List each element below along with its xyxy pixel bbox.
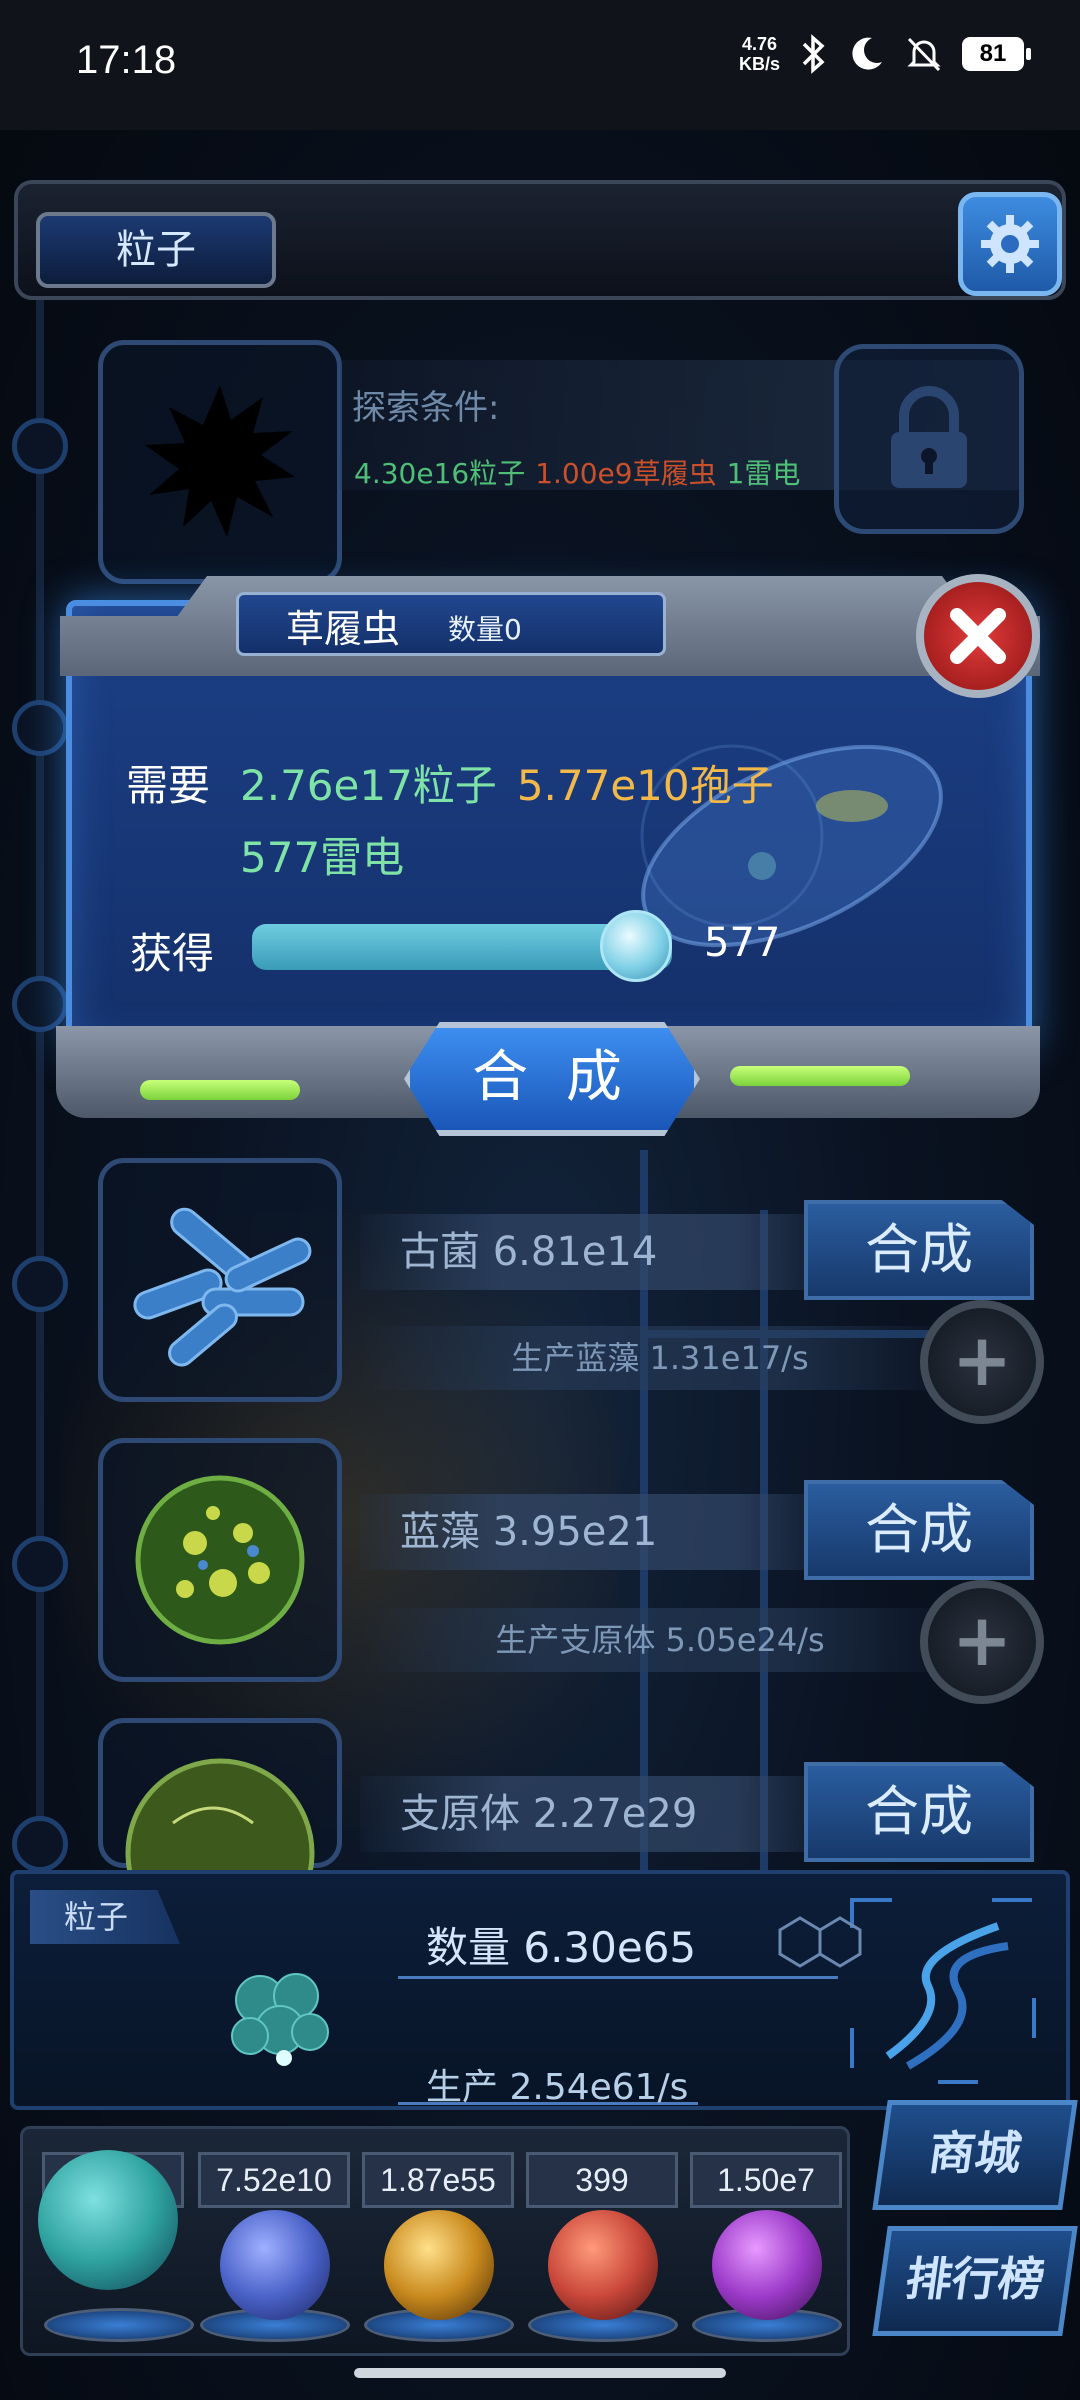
lock-icon	[891, 386, 967, 488]
row-thumbnail-archaea	[98, 1158, 342, 1402]
home-indicator[interactable]	[354, 2368, 726, 2378]
status-bar: 17:18 4.76 KB/s 81	[0, 0, 1080, 130]
rail-node	[12, 976, 68, 1032]
particles-orb-icon[interactable]	[38, 2150, 178, 2290]
status-icons: 4.76 KB/s 81	[739, 34, 1031, 74]
resource-value-vortex: 1.50e7	[690, 2152, 842, 2208]
molecule-icon	[778, 1916, 862, 1968]
synthesize-button-mycoplasma[interactable]: 合成	[804, 1762, 1034, 1862]
bluetooth-icon	[802, 34, 825, 74]
resource-value-energy: 399	[526, 2152, 678, 2208]
synthesize-button-cyanobacteria[interactable]: 合成	[804, 1480, 1034, 1580]
orb-base	[44, 2308, 194, 2342]
add-button-archaea[interactable]: +	[920, 1300, 1044, 1424]
row-thumbnail-mycoplasma	[98, 1718, 342, 1948]
net-speed: 4.76 KB/s	[739, 34, 780, 74]
quantity-slider-handle[interactable]	[600, 910, 672, 982]
locked-item-thumbnail	[98, 340, 342, 584]
add-button-cyanobacteria[interactable]: +	[920, 1580, 1044, 1704]
particle-cluster-icon	[231, 1973, 329, 2066]
requirement-paramecium: 1.00e9草履虫	[535, 457, 717, 490]
ranking-button[interactable]: 排行榜	[872, 2226, 1078, 2336]
gear-icon	[981, 215, 1039, 273]
vortex-orb-icon[interactable]	[712, 2210, 822, 2320]
close-icon	[950, 608, 1006, 664]
resource-tag: 粒子	[30, 1890, 180, 1944]
net-speed-unit: KB/s	[738, 54, 780, 74]
explore-requirements: 4.30e16粒子 1.00e9草履虫 1雷电	[354, 452, 800, 492]
synthesize-button-archaea[interactable]: 合成	[804, 1200, 1034, 1300]
bell-muted-icon	[907, 37, 941, 72]
close-button[interactable]	[916, 574, 1040, 698]
resource-value-spores: 1.87e55	[362, 2152, 514, 2208]
quantity-slider-value: 577	[704, 920, 781, 966]
rail-node	[12, 700, 68, 756]
status-time: 17:18	[76, 38, 177, 82]
battery-indicator: 81	[962, 37, 1031, 71]
explore-condition-title: 探索条件:	[352, 388, 500, 428]
need-lightning: 577雷电	[240, 833, 405, 882]
rail-node	[12, 1816, 68, 1872]
resource-value-lightning: 7.52e10	[198, 2152, 350, 2208]
resource-count: 数量 6.30e65	[426, 1923, 697, 1972]
row-name-cyanobacteria: 蓝藻 3.95e21	[360, 1494, 830, 1570]
dialog-item-quantity: 数量0	[448, 613, 522, 646]
locked-button[interactable]	[834, 344, 1024, 534]
requirement-lightning: 1雷电	[726, 457, 801, 490]
row-name-mycoplasma: 支原体 2.27e29	[360, 1776, 830, 1852]
rail-node	[12, 1536, 68, 1592]
rail-lock-node	[12, 418, 68, 474]
row-name-archaea: 古菌 6.81e14	[360, 1214, 830, 1290]
row-production-archaea: 生产蓝藻 1.31e17/s	[360, 1326, 960, 1390]
need-requirements: 2.76e17粒子 5.77e10孢子	[240, 752, 774, 813]
plus-icon: +	[951, 1318, 1013, 1402]
net-speed-value: 4.76	[741, 34, 778, 54]
moon-icon	[852, 37, 882, 70]
need-particles: 2.76e17粒子	[240, 761, 497, 810]
rail-node	[12, 1256, 68, 1312]
locked-silhouette-icon	[145, 385, 295, 537]
archaea-icon	[133, 1207, 312, 1367]
resource-production: 生产 2.54e61/s	[426, 2067, 689, 2108]
shop-button[interactable]: 商城	[872, 2100, 1078, 2210]
settings-button[interactable]	[958, 192, 1062, 296]
get-label: 获得	[130, 929, 215, 978]
energy-bar-right	[730, 1066, 910, 1086]
brain-orb-icon[interactable]	[548, 2210, 658, 2320]
plus-icon: +	[951, 1598, 1013, 1682]
dialog-item-name: 草履虫	[286, 607, 401, 651]
row-thumbnail-cyanobacteria	[98, 1438, 342, 1682]
cyanobacteria-icon	[135, 1475, 305, 1645]
spores-orb-icon[interactable]	[384, 2210, 494, 2320]
row-production-cyanobacteria: 生产支原体 5.05e24/s	[360, 1608, 960, 1672]
need-spores: 5.77e10孢子	[516, 761, 774, 810]
mycoplasma-icon	[125, 1758, 315, 1948]
left-rail	[36, 300, 44, 1860]
energy-bar-left	[140, 1080, 300, 1100]
combine-button[interactable]: 合 成	[404, 1022, 700, 1136]
requirement-particles: 4.30e16粒子	[354, 457, 526, 490]
page-title: 粒子	[36, 212, 276, 288]
lightning-orb-icon[interactable]	[220, 2210, 330, 2320]
need-label: 需要	[126, 761, 211, 810]
